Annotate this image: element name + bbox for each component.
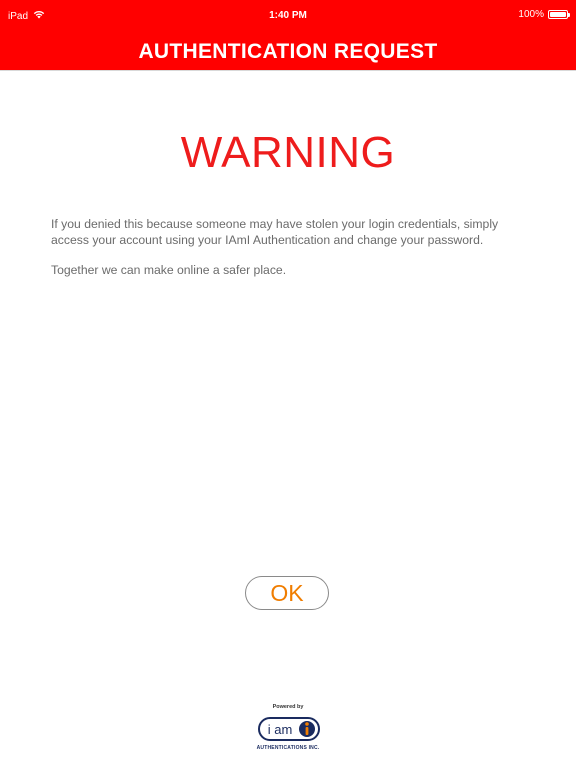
ok-button[interactable]: OK: [245, 576, 329, 610]
logo-text: i am: [268, 722, 293, 737]
status-bar: iPad 1:40 PM 100%: [0, 0, 576, 32]
page-title: AUTHENTICATION REQUEST: [0, 32, 576, 70]
powered-by-label: Powered by: [272, 704, 304, 710]
message-paragraph: Together we can make online a safer plac…: [51, 263, 287, 277]
status-time: 1:40 PM: [269, 10, 307, 21]
battery-percentage: 100%: [518, 9, 544, 20]
battery-icon: [548, 10, 570, 19]
warning-heading: WARNING: [180, 128, 396, 177]
company-name: AUTHENTICATIONS INC.: [256, 745, 320, 751]
warning-message: If you denied this because someone may h…: [51, 216, 531, 292]
header-divider: [0, 70, 576, 71]
status-right: 100%: [518, 9, 570, 20]
message-paragraph: If you denied this because someone may h…: [51, 217, 499, 247]
iam-logo: i am: [258, 716, 320, 742]
